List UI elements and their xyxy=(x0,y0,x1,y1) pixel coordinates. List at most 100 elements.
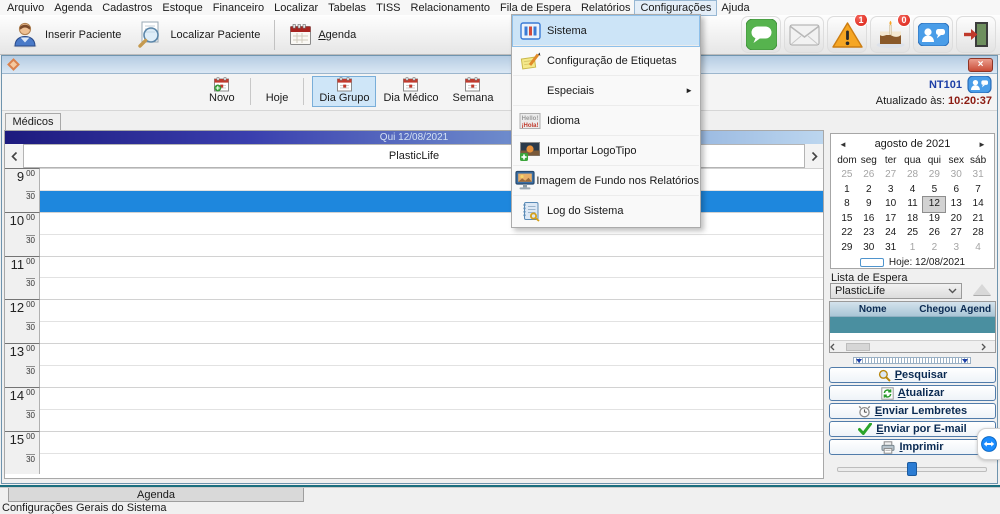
insert-patient-button[interactable]: Inserir Paciente xyxy=(4,18,129,52)
waiting-list-selected-row[interactable] xyxy=(830,317,995,333)
calendar-day[interactable]: 26 xyxy=(923,226,945,241)
calendar-day[interactable]: 28 xyxy=(967,226,989,241)
time-slot[interactable] xyxy=(40,343,823,365)
calendar-day[interactable]: 29 xyxy=(836,241,858,256)
scroll-left-icon[interactable] xyxy=(830,343,844,351)
calendar-day[interactable]: 30 xyxy=(945,168,967,183)
exit-button[interactable] xyxy=(956,16,996,53)
time-slot[interactable] xyxy=(40,299,823,321)
calendar-day[interactable]: 10 xyxy=(880,197,902,212)
view-button-hoje[interactable]: Hoje xyxy=(259,76,296,107)
time-slot[interactable] xyxy=(40,190,823,212)
close-window-button[interactable]: × xyxy=(968,58,993,72)
menu-item-fila-de-espera[interactable]: Fila de Espera xyxy=(495,1,576,15)
calendar-day[interactable]: 18 xyxy=(902,212,924,227)
menu-item-relacionamento[interactable]: Relacionamento xyxy=(406,1,496,15)
calendar-day[interactable]: 1 xyxy=(902,241,924,256)
calendar-day[interactable]: 30 xyxy=(858,241,880,256)
tab-medicos[interactable]: Médicos xyxy=(5,113,61,130)
zoom-slider[interactable] xyxy=(837,462,987,476)
calendar-day[interactable]: 25 xyxy=(836,168,858,183)
time-slot[interactable] xyxy=(40,256,823,278)
enviar-por-e-mail-button[interactable]: Enviar por E-mail xyxy=(829,421,996,437)
calendar-day[interactable]: 20 xyxy=(945,212,967,227)
collapse-arrow-icon[interactable] xyxy=(973,284,991,295)
calendar-day[interactable]: 27 xyxy=(880,168,902,183)
menu-option-idioma[interactable]: Hello!¡Hola!Idioma xyxy=(513,106,699,136)
menu-option-configuracao-de-etiquetas[interactable]: Configuração de Etiquetas xyxy=(513,46,699,76)
slider-thumb[interactable] xyxy=(907,462,917,476)
calendar-day[interactable]: 31 xyxy=(880,241,902,256)
next-provider-arrow[interactable] xyxy=(805,144,823,168)
agenda-window-titlebar[interactable]: × xyxy=(2,56,997,74)
calendar-day[interactable]: 17 xyxy=(880,212,902,227)
birthdays-button[interactable]: 0 xyxy=(870,16,910,53)
time-slot[interactable] xyxy=(40,321,823,343)
chat-button[interactable] xyxy=(741,16,781,53)
prev-provider-arrow[interactable] xyxy=(5,144,23,168)
calendar-day[interactable]: 3 xyxy=(880,183,902,198)
calendar-day[interactable]: 21 xyxy=(967,212,989,227)
calendar-next-icon[interactable]: ► xyxy=(976,138,988,150)
panel-splitter[interactable] xyxy=(853,357,971,364)
view-button-novo[interactable]: Novo xyxy=(202,76,242,107)
time-slot[interactable] xyxy=(40,168,823,190)
menu-item-estoque[interactable]: Estoque xyxy=(157,1,207,15)
enviar-lembretes-button[interactable]: Enviar Lembretes xyxy=(829,403,996,419)
time-slot[interactable] xyxy=(40,387,823,409)
locate-patient-button[interactable]: Localizar Paciente xyxy=(129,18,268,52)
calendar-day[interactable]: 2 xyxy=(858,183,880,198)
menu-item-agenda[interactable]: Agenda xyxy=(49,1,97,15)
alerts-button[interactable]: 1 xyxy=(827,16,867,53)
time-slot[interactable] xyxy=(40,409,823,431)
imprimir-button[interactable]: Imprimir xyxy=(829,439,996,455)
calendar-day[interactable]: 4 xyxy=(967,241,989,256)
menu-item-tabelas[interactable]: Tabelas xyxy=(323,1,371,15)
time-slot[interactable] xyxy=(40,365,823,387)
calendar-day[interactable]: 5 xyxy=(923,183,945,198)
calendar-day[interactable]: 16 xyxy=(858,212,880,227)
calendar-day[interactable]: 1 xyxy=(836,183,858,198)
pesquisar-button[interactable]: Pesquisar xyxy=(829,367,996,383)
calendar-day[interactable]: 11 xyxy=(902,197,924,212)
calendar-day[interactable]: 22 xyxy=(836,226,858,241)
menu-option-sistema[interactable]: Sistema xyxy=(513,16,699,46)
calendar-day[interactable]: 27 xyxy=(945,226,967,241)
calendar-day[interactable]: 2 xyxy=(923,241,945,256)
agenda-button[interactable]: Agenda xyxy=(281,18,364,52)
calendar-day[interactable]: 3 xyxy=(945,241,967,256)
time-slot[interactable] xyxy=(40,277,823,299)
time-slot[interactable] xyxy=(40,234,823,256)
view-button-semana[interactable]: Semana xyxy=(445,76,500,107)
menu-option-imagem-de-fundo[interactable]: Imagem de Fundo nos Relatórios xyxy=(513,166,699,196)
calendar-day-selected[interactable]: 12 xyxy=(923,197,945,212)
menu-item-tiss[interactable]: TISS xyxy=(371,1,405,15)
menu-item-localizar[interactable]: Localizar xyxy=(269,1,323,15)
calendar-day[interactable]: 13 xyxy=(945,197,967,212)
calendar-prev-icon[interactable]: ◄ xyxy=(837,138,849,150)
tab-agenda[interactable]: Agenda xyxy=(8,488,304,502)
calendar-day[interactable]: 9 xyxy=(858,197,880,212)
menu-item-configuracoes[interactable]: Configurações xyxy=(635,1,716,15)
calendar-day[interactable]: 6 xyxy=(945,183,967,198)
messages-button[interactable] xyxy=(913,16,953,53)
menu-option-log-do-sistema[interactable]: Log do Sistema xyxy=(513,196,699,226)
menu-item-cadastros[interactable]: Cadastros xyxy=(97,1,157,15)
calendar-day[interactable]: 26 xyxy=(858,168,880,183)
time-slot[interactable] xyxy=(40,212,823,234)
remote-access-tab[interactable] xyxy=(977,428,1000,460)
calendar-day[interactable]: 8 xyxy=(836,197,858,212)
calendar-day[interactable]: 25 xyxy=(902,226,924,241)
calendar-day[interactable]: 4 xyxy=(902,183,924,198)
calendar-day[interactable]: 14 xyxy=(967,197,989,212)
menu-item-financeiro[interactable]: Financeiro xyxy=(208,1,269,15)
calendar-day[interactable]: 28 xyxy=(902,168,924,183)
calendar-day[interactable]: 24 xyxy=(880,226,902,241)
atualizar-button[interactable]: Atualizar xyxy=(829,385,996,401)
calendar-day[interactable]: 19 xyxy=(923,212,945,227)
contacts-small-icon[interactable] xyxy=(967,76,992,93)
view-button-dia-grupo[interactable]: Dia Grupo xyxy=(312,76,376,107)
menu-item-arquivo[interactable]: Arquivo xyxy=(2,1,49,15)
menu-item-ajuda[interactable]: Ajuda xyxy=(716,1,754,15)
calendar-day[interactable]: 29 xyxy=(923,168,945,183)
